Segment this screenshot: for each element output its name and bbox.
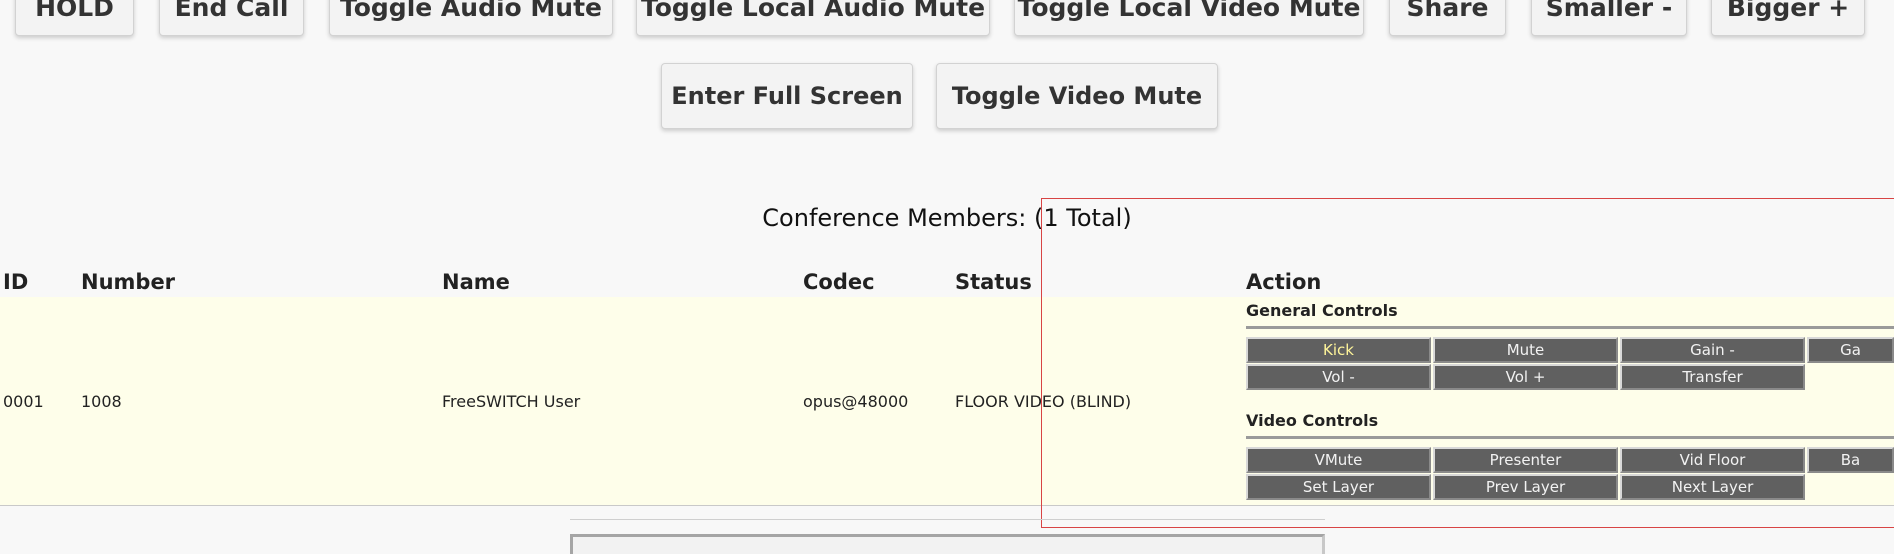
column-header-status: Status — [955, 270, 1032, 294]
gain-plus-button[interactable]: Ga — [1807, 337, 1894, 363]
toggle-local-audio-mute-button[interactable]: Toggle Local Audio Mute — [636, 0, 990, 36]
bottom-divider — [570, 519, 1325, 520]
gain-minus-button[interactable]: Gain - — [1620, 337, 1805, 363]
smaller-button[interactable]: Smaller - — [1531, 0, 1687, 36]
kick-button[interactable]: Kick — [1246, 337, 1431, 363]
member-number: 1008 — [81, 392, 122, 411]
toggle-video-mute-button[interactable]: Toggle Video Mute — [936, 63, 1218, 129]
vol-minus-button[interactable]: Vol - — [1246, 364, 1431, 390]
banner-button[interactable]: Ba — [1807, 447, 1894, 473]
column-header-name: Name — [442, 270, 510, 294]
column-header-codec: Codec — [803, 270, 875, 294]
prev-layer-button[interactable]: Prev Layer — [1433, 474, 1618, 500]
vid-floor-button[interactable]: Vid Floor — [1620, 447, 1805, 473]
presenter-button[interactable]: Presenter — [1433, 447, 1618, 473]
transfer-button[interactable]: Transfer — [1620, 364, 1805, 390]
video-controls-title: Video Controls — [1246, 411, 1379, 430]
set-layer-button[interactable]: Set Layer — [1246, 474, 1431, 500]
bigger-button[interactable]: Bigger + — [1711, 0, 1865, 36]
share-button[interactable]: Share — [1389, 0, 1506, 36]
mute-button[interactable]: Mute — [1433, 337, 1618, 363]
column-header-number: Number — [81, 270, 176, 294]
column-header-action: Action — [1246, 270, 1322, 294]
toggle-audio-mute-button[interactable]: Toggle Audio Mute — [329, 0, 613, 36]
general-controls-divider — [1246, 326, 1894, 329]
toggle-local-video-mute-button[interactable]: Toggle Local Video Mute — [1014, 0, 1364, 36]
member-name: FreeSWITCH User — [442, 392, 581, 411]
next-layer-button[interactable]: Next Layer — [1620, 474, 1805, 500]
vol-plus-button[interactable]: Vol + — [1433, 364, 1618, 390]
video-controls-divider — [1246, 436, 1894, 439]
member-id: 0001 — [3, 392, 44, 411]
bottom-panel — [570, 534, 1325, 554]
conference-members-title: Conference Members: (1 Total) — [762, 204, 1132, 232]
hold-button[interactable]: HOLD — [15, 0, 134, 36]
member-codec: opus@48000 — [803, 392, 909, 411]
vmute-button[interactable]: VMute — [1246, 447, 1431, 473]
member-status: FLOOR VIDEO (BLIND) — [955, 392, 1132, 411]
enter-full-screen-button[interactable]: Enter Full Screen — [661, 63, 913, 129]
column-header-id: ID — [3, 270, 29, 294]
general-controls-title: General Controls — [1246, 301, 1398, 320]
end-call-button[interactable]: End Call — [159, 0, 304, 36]
